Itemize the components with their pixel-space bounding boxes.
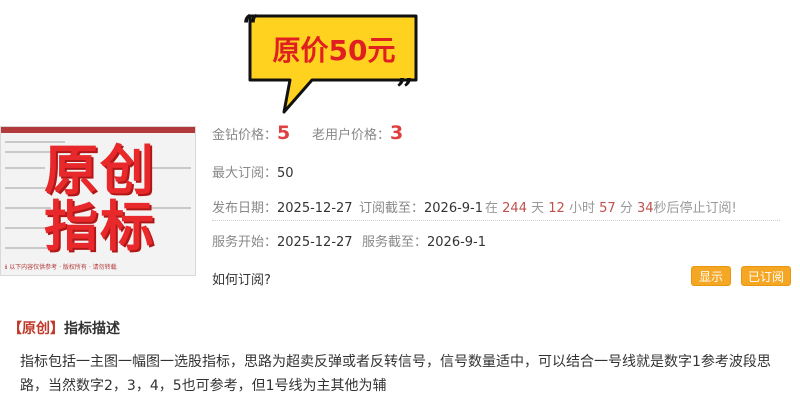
- subscription-deadline-row: 订阅截至：2026-9-1: [359, 197, 483, 216]
- countdown-hours-unit: 小时: [568, 201, 595, 216]
- service-end-label: 服务截至：: [362, 235, 428, 250]
- stamp-line: 原创: [44, 139, 156, 202]
- old-user-price-row: 老用户价格：3: [312, 122, 403, 144]
- price-row: 金钻价格：5: [212, 122, 290, 144]
- service-start-label: 服务开始：: [212, 235, 278, 250]
- old-user-price-value: 3: [390, 122, 404, 144]
- countdown-seconds: 34: [636, 201, 654, 216]
- service-end-row: 服务截至：2026-9-1: [362, 231, 486, 250]
- indicator-thumbnail[interactable]: 原创 指标 ℹ 以下内容仅供参考 · 版权所有 · 请勿转载: [0, 126, 196, 276]
- service-end-value: 2026-9-1: [427, 235, 487, 250]
- svg-text:“: “: [242, 9, 259, 44]
- service-start-value: 2025-12-27: [277, 235, 353, 250]
- countdown-days-unit: 天: [531, 201, 545, 216]
- section-title: 【原创】指标描述: [8, 318, 120, 338]
- price-bubble: “ ” 原价50元: [240, 8, 426, 116]
- thumbnail-titlebar: [1, 127, 195, 133]
- countdown: 在 244 天 12 小时 57 分 34秒后停止订阅!: [485, 197, 737, 216]
- old-user-price-label: 老用户价格：: [312, 128, 391, 143]
- max-subscription-value: 50: [277, 166, 294, 181]
- original-tag: 【原创】: [8, 321, 64, 337]
- publish-date-value: 2025-12-27: [277, 201, 353, 216]
- service-start-row: 服务开始：2025-12-27: [212, 231, 353, 250]
- original-stamp: 原创 指标: [35, 143, 165, 255]
- indicator-description: 指标包括一主图一幅图一选股指标，思路为超卖反弹或者反转信号，信号数量适中，可以结…: [20, 354, 771, 394]
- section-title-text: 指标描述: [64, 321, 120, 337]
- countdown-hours: 12: [548, 201, 565, 216]
- stamp-line: 指标: [44, 195, 156, 258]
- countdown-minutes-unit: 分: [619, 201, 633, 216]
- subscription-deadline-value: 2026-9-1: [424, 201, 484, 216]
- max-subscription-label: 最大订阅：: [212, 166, 278, 181]
- countdown-suffix: 秒后停止订阅!: [653, 201, 737, 216]
- max-subscription-row: 最大订阅：50: [212, 162, 294, 181]
- publish-row: 发布日期：2025-12-27: [212, 197, 353, 216]
- publish-date-label: 发布日期：: [212, 201, 278, 216]
- thumbnail-footer: ℹ 以下内容仅供参考 · 版权所有 · 请勿转载: [5, 264, 117, 271]
- svg-text:”: ”: [396, 73, 413, 108]
- countdown-minutes: 57: [599, 201, 616, 216]
- diamond-price-label: 金钻价格：: [212, 128, 278, 143]
- how-to-subscribe-link[interactable]: 如何订阅?: [212, 269, 271, 288]
- countdown-prefix: 在: [485, 201, 499, 216]
- subscription-deadline-label: 订阅截至：: [359, 201, 425, 216]
- row-divider: [212, 220, 780, 221]
- diamond-price-value: 5: [277, 122, 291, 144]
- show-button[interactable]: 显示: [691, 266, 731, 286]
- bubble-text: 原价50元: [272, 34, 396, 67]
- subscribed-button[interactable]: 已订阅: [741, 266, 791, 286]
- countdown-days: 244: [502, 201, 527, 216]
